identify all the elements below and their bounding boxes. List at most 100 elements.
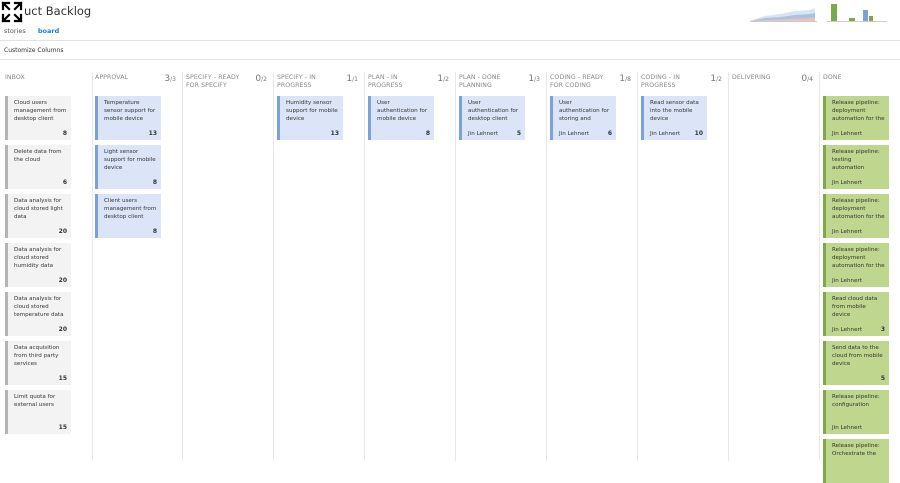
wip-limit: /8 xyxy=(625,76,631,83)
card-title: Limit quota for external users xyxy=(14,394,56,408)
card-title: Client users management from desktop cli… xyxy=(104,198,157,220)
column-header[interactable]: SPECIFY - IN PROGRESS xyxy=(277,74,339,90)
column-header[interactable]: DELIVERING xyxy=(732,74,794,82)
card-assignee: Jin Lehnert xyxy=(832,425,863,431)
column-header[interactable]: CODING - READY FOR CODING xyxy=(550,74,612,90)
card-assignee: Jin Lehnert xyxy=(832,327,863,333)
card-title: Data analysis for cloud stored humidity … xyxy=(14,247,62,269)
story-card[interactable]: Release pipeline: testing automation Jin … xyxy=(823,145,889,189)
wip-limit: /2 xyxy=(443,76,449,83)
card-title: Data acquisition from third party servic… xyxy=(14,345,60,367)
card-title: Release pipeline: deployment automation … xyxy=(832,198,885,220)
column-header[interactable]: PLAN - IN PROGRESS xyxy=(368,74,430,90)
card-points: 15 xyxy=(58,424,67,431)
card-points: 8 xyxy=(152,179,157,186)
story-card[interactable]: Data analysis for cloud stored temperatu… xyxy=(5,292,71,336)
card-title: User authentication for mobile device xyxy=(377,100,428,122)
wip-count: 3/3 xyxy=(164,74,176,84)
card-points: 20 xyxy=(58,228,67,235)
card-points: 15 xyxy=(58,375,67,382)
story-card[interactable]: Temperature sensor support for mobile de… xyxy=(95,96,161,140)
wip-limit: /2 xyxy=(261,76,267,83)
card-points: 5 xyxy=(516,130,521,137)
velocity-bar xyxy=(869,16,873,21)
board-column: SPECIFY - READY FOR SPECIFY 0/2 xyxy=(183,72,274,461)
story-card[interactable]: Humidity sensor support for mobile devic… xyxy=(277,96,343,140)
story-card[interactable]: Data analysis for cloud stored light dat… xyxy=(5,194,71,238)
story-card[interactable]: User authentication for desktop client Ji… xyxy=(459,96,525,140)
card-points: 6 xyxy=(62,179,67,186)
page-title: uct Backlog xyxy=(24,4,92,18)
board-column: CODING - READY FOR CODING 1/8 User authent… xyxy=(547,72,638,461)
column-header[interactable]: CODING - IN PROGRESS xyxy=(641,74,703,90)
divider xyxy=(0,40,900,41)
velocity-bar xyxy=(831,4,837,21)
wip-count: 0/4 xyxy=(801,74,813,84)
wip-limit: /4 xyxy=(807,76,813,83)
card-title: Temperature sensor support for mobile de… xyxy=(104,100,156,122)
card-title: Cloud users management from desktop clie… xyxy=(14,100,67,122)
story-card[interactable]: Release pipeline: deployment automation … xyxy=(823,96,889,140)
story-card[interactable]: Data analysis for cloud stored humidity … xyxy=(5,243,71,287)
story-card[interactable]: Release pipeline: deployment automation … xyxy=(823,194,889,238)
card-assignee: Jin Lehnert xyxy=(832,278,863,284)
card-title: User authentication for desktop client xyxy=(468,100,519,122)
board-column: SPECIFY - IN PROGRESS 1/1 Humidity sensor … xyxy=(274,72,365,461)
story-card[interactable]: Release pipeline: configuration Jin Lehne… xyxy=(823,390,889,434)
expand-icon[interactable] xyxy=(0,0,24,24)
column-header[interactable]: SPECIFY - READY FOR SPECIFY xyxy=(186,74,248,90)
board-column: PLAN - IN PROGRESS 1/2 User authentication… xyxy=(365,72,456,461)
view-tabs: stories board xyxy=(4,27,69,35)
wip-count: 1/8 xyxy=(619,74,631,84)
card-points: 8 xyxy=(152,228,157,235)
story-card[interactable]: Send data to the cloud from mobile devic… xyxy=(823,341,889,385)
story-card[interactable]: User authentication for mobile device 8 xyxy=(368,96,434,140)
tab-board[interactable]: board xyxy=(38,27,59,35)
card-title: Release pipeline: Orchestrate the xyxy=(832,443,880,457)
wip-count: 1/2 xyxy=(710,74,722,84)
divider xyxy=(0,59,900,60)
card-assignee: Jin Lehnert xyxy=(832,131,863,137)
card-title: Release pipeline: testing automation xyxy=(832,149,880,171)
column-header[interactable]: APPROVAL xyxy=(95,74,157,82)
card-title: Light sensor support for mobile device xyxy=(104,149,156,171)
card-points: 20 xyxy=(58,277,67,284)
card-title: Data analysis for cloud stored temperatu… xyxy=(14,296,64,318)
story-card[interactable]: Release pipeline: Orchestrate the xyxy=(823,439,889,483)
story-card[interactable]: Release pipeline: deployment automation … xyxy=(823,243,889,287)
velocity-bar xyxy=(849,18,855,21)
story-card[interactable]: Light sensor support for mobile device 8 xyxy=(95,145,161,189)
story-card[interactable]: User authentication for storing and read… xyxy=(550,96,616,140)
card-points: 5 xyxy=(880,375,885,382)
card-title: User authentication for storing and read… xyxy=(559,100,610,122)
card-points: 8 xyxy=(425,130,430,137)
column-header[interactable]: DONE xyxy=(823,74,885,82)
story-card[interactable]: Delete data from the cloud 6 xyxy=(5,145,71,189)
column-header[interactable]: PLAN - DONE PLANNING xyxy=(459,74,521,90)
card-title: Read cloud data from mobile device xyxy=(832,296,878,318)
column-header[interactable]: INBOX xyxy=(5,74,67,82)
header: uct Backlog stories board Customize Colu… xyxy=(0,0,900,60)
story-card[interactable]: Cloud users management from desktop clie… xyxy=(5,96,71,140)
story-card[interactable]: Limit quota for external users 15 xyxy=(5,390,71,434)
board-column: DELIVERING 0/4 xyxy=(729,72,820,461)
board-column: CODING - IN PROGRESS 1/2 Read sensor data … xyxy=(638,72,729,461)
card-title: Delete data from the cloud xyxy=(14,149,62,163)
card-title: Send data to the cloud from mobile devic… xyxy=(832,345,883,367)
board-column: DONE Release pipeline: deployment automat… xyxy=(820,72,898,483)
customize-columns-link[interactable]: Customize Columns xyxy=(4,47,64,54)
mini-charts[interactable] xyxy=(745,4,895,22)
card-points: 13 xyxy=(148,130,157,137)
story-card[interactable]: Data acquisition from third party servic… xyxy=(5,341,71,385)
story-card[interactable]: Read cloud data from mobile device Jin Le… xyxy=(823,292,889,336)
story-card[interactable]: Read sensor data into the mobile device J… xyxy=(641,96,707,140)
story-card[interactable]: Client users management from desktop cli… xyxy=(95,194,161,238)
wip-limit: /3 xyxy=(534,76,540,83)
card-assignee: Jin Lehnert xyxy=(832,229,863,235)
card-title: Release pipeline: deployment automation … xyxy=(832,247,885,269)
card-title: Release pipeline: configuration xyxy=(832,394,880,408)
tab-stories[interactable]: stories xyxy=(4,27,26,35)
card-title: Release pipeline: deployment automation … xyxy=(832,100,885,122)
card-assignee: Jin Lehnert xyxy=(650,131,681,137)
velocity-bar xyxy=(863,10,868,21)
